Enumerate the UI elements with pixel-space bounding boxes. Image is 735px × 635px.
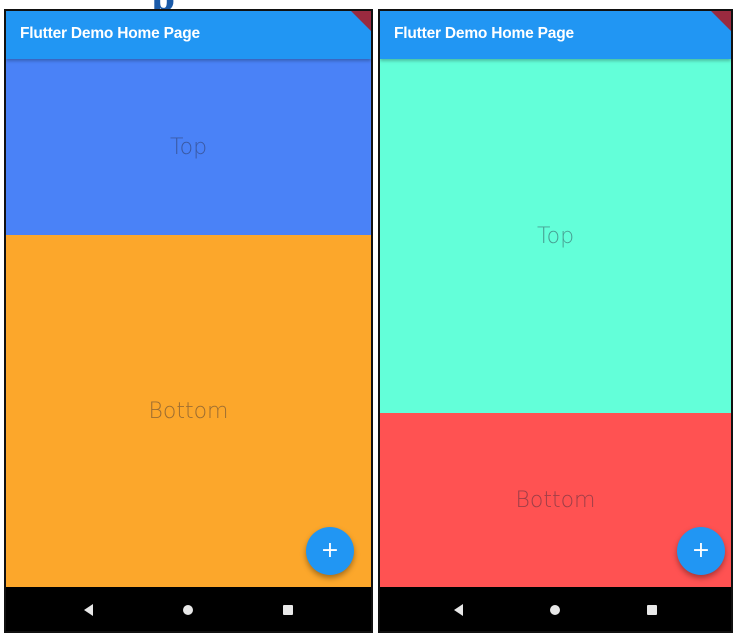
app-bar: Flutter Demo Home Page [380,11,731,59]
home-icon[interactable] [545,600,565,620]
recent-apps-icon[interactable] [278,600,298,620]
add-fab-button[interactable]: + [677,527,725,575]
back-icon[interactable] [78,600,98,620]
debug-banner [349,11,371,33]
plus-icon: + [691,538,711,563]
top-panel: Top [6,59,371,235]
back-icon[interactable] [448,600,468,620]
top-label: Top [536,223,575,249]
recent-apps-icon[interactable] [642,600,662,620]
bottom-label: Bottom [148,398,229,424]
bottom-label: Bottom [515,487,596,513]
debug-banner [709,11,731,33]
plus-icon: + [320,538,340,563]
add-fab-button[interactable]: + [306,527,354,575]
android-nav-bar [6,587,371,631]
top-panel: Top [380,59,731,413]
phone-screen-right: Flutter Demo Home Page Top Bottom + [378,9,733,633]
app-title: Flutter Demo Home Page [394,25,574,42]
app-title: Flutter Demo Home Page [20,25,200,42]
home-icon[interactable] [178,600,198,620]
app-bar: Flutter Demo Home Page [6,11,371,59]
screenshot-stage: p Flutter Demo Home Page Top Bottom + Fl… [0,0,735,635]
top-label: Top [169,134,208,160]
phone-screen-left: Flutter Demo Home Page Top Bottom + [4,9,373,633]
android-nav-bar [380,587,731,631]
